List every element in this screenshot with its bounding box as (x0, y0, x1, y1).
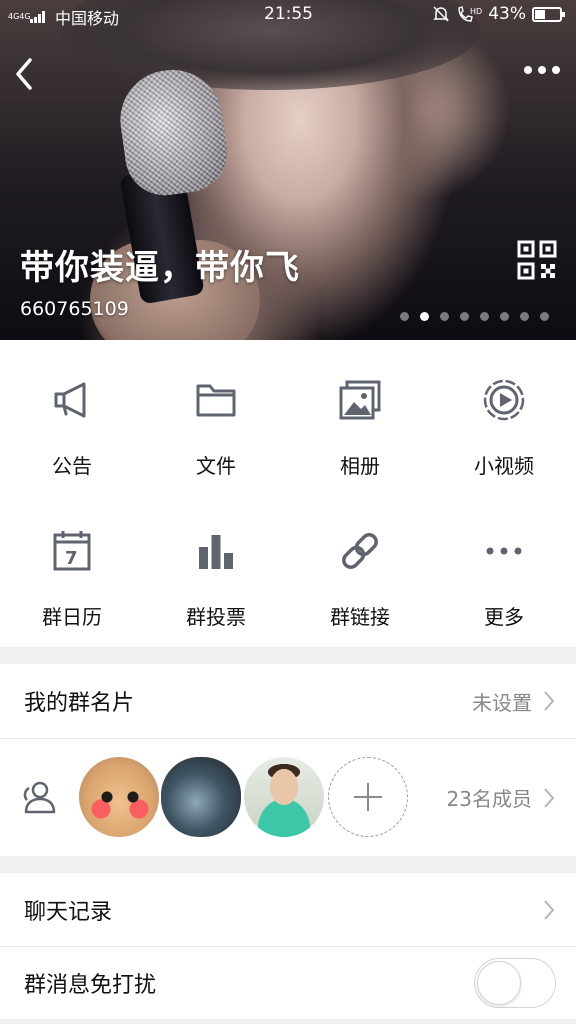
svg-text:HD: HD (470, 7, 482, 16)
feature-label: 小视频 (474, 454, 534, 478)
add-member-button[interactable] (328, 757, 408, 837)
bar-chart-icon (199, 535, 233, 569)
carousel-dot (520, 312, 529, 321)
member-count: 23名成员 (446, 787, 532, 811)
folder-icon (196, 384, 236, 417)
do-not-disturb-toggle[interactable] (474, 958, 556, 1008)
feature-label: 群日历 (42, 605, 102, 629)
carousel-dot (500, 312, 509, 321)
feature-announcement[interactable]: 公告 (0, 340, 144, 493)
status-bar: 4G4G 中国移动 21:55 HD 43% (0, 0, 576, 30)
group-name: 带你装逼，带你飞 (20, 248, 300, 288)
carousel-dot (480, 312, 489, 321)
do-not-disturb-row: 群消息免打扰 (0, 947, 576, 1019)
group-id: 660765109 (20, 298, 129, 320)
signal-icon (30, 11, 45, 23)
chat-history-label: 聊天记录 (24, 899, 113, 925)
more-dot-icon (524, 66, 532, 74)
carousel-dot (420, 312, 429, 321)
toggle-knob (477, 961, 521, 1005)
qr-code-button[interactable] (517, 240, 557, 280)
feature-label: 文件 (196, 454, 236, 478)
chevron-right-icon (544, 899, 555, 920)
carousel-dot (540, 312, 549, 321)
member-avatar[interactable] (161, 757, 241, 837)
alarm-off-icon (433, 6, 450, 22)
chevron-right-icon (544, 787, 555, 808)
feature-album[interactable]: 相册 (288, 340, 432, 493)
my-group-card-label: 我的群名片 (24, 691, 135, 716)
feature-label: 群链接 (330, 605, 390, 629)
hd-call-icon: HD (458, 6, 482, 22)
status-time: 21:55 (264, 4, 313, 24)
carousel-dot (400, 312, 409, 321)
qr-code-icon (517, 240, 557, 280)
back-button[interactable] (10, 54, 40, 94)
photo-album-icon (339, 380, 381, 420)
feature-label: 公告 (52, 454, 92, 478)
member-avatar[interactable] (244, 757, 324, 837)
video-play-icon (483, 379, 525, 421)
feature-link[interactable]: 群链接 (288, 493, 432, 647)
carousel-dot (440, 312, 449, 321)
battery-fill (535, 9, 545, 19)
do-not-disturb-label: 群消息免打扰 (24, 973, 157, 998)
feature-short-video[interactable]: 小视频 (432, 340, 576, 493)
chat-history-row[interactable]: 聊天记录 (0, 873, 576, 946)
member-avatar[interactable] (79, 757, 159, 837)
megaphone-icon (54, 382, 86, 418)
my-group-card-value: 未设置 (472, 690, 532, 715)
battery-icon (532, 6, 565, 22)
feature-more[interactable]: 更多 (432, 493, 576, 647)
carousel-indicator (400, 312, 549, 321)
chevron-left-icon (16, 58, 32, 90)
feature-calendar[interactable]: 7 群日历 (0, 493, 144, 647)
more-dots-icon (486, 547, 522, 555)
chevron-right-icon (544, 691, 555, 711)
feature-files[interactable]: 文件 (144, 340, 288, 493)
carrier-name: 中国移动 (55, 9, 120, 28)
more-dot-icon (538, 66, 546, 74)
battery-percent: 43% (488, 4, 526, 24)
plus-icon (354, 783, 382, 811)
calendar-icon: 7 (53, 531, 91, 571)
group-header-banner: 4G4G 中国移动 21:55 HD 43% 带你装逼，带你飞 66076510… (0, 0, 576, 340)
svg-text:7: 7 (65, 548, 78, 569)
status-left: 4G4G 中国移动 (8, 5, 119, 29)
carousel-dot (460, 312, 469, 321)
network-type: 4G4G (8, 12, 31, 21)
feature-vote[interactable]: 群投票 (144, 493, 288, 647)
my-group-card-row[interactable]: 我的群名片 未设置 (0, 664, 576, 738)
more-dot-icon (552, 66, 560, 74)
feature-label: 更多 (484, 605, 524, 629)
feature-label: 群投票 (186, 605, 246, 629)
status-right: HD 43% (432, 4, 565, 24)
members-icon (23, 781, 56, 814)
members-row[interactable]: 23名成员 (0, 739, 576, 856)
more-options-button[interactable] (522, 60, 562, 80)
link-icon (342, 533, 378, 569)
feature-grid: 公告 文件 相册 小视频 7 群日历 群投票 群链接 更多 (0, 340, 576, 647)
feature-label: 相册 (340, 454, 380, 478)
